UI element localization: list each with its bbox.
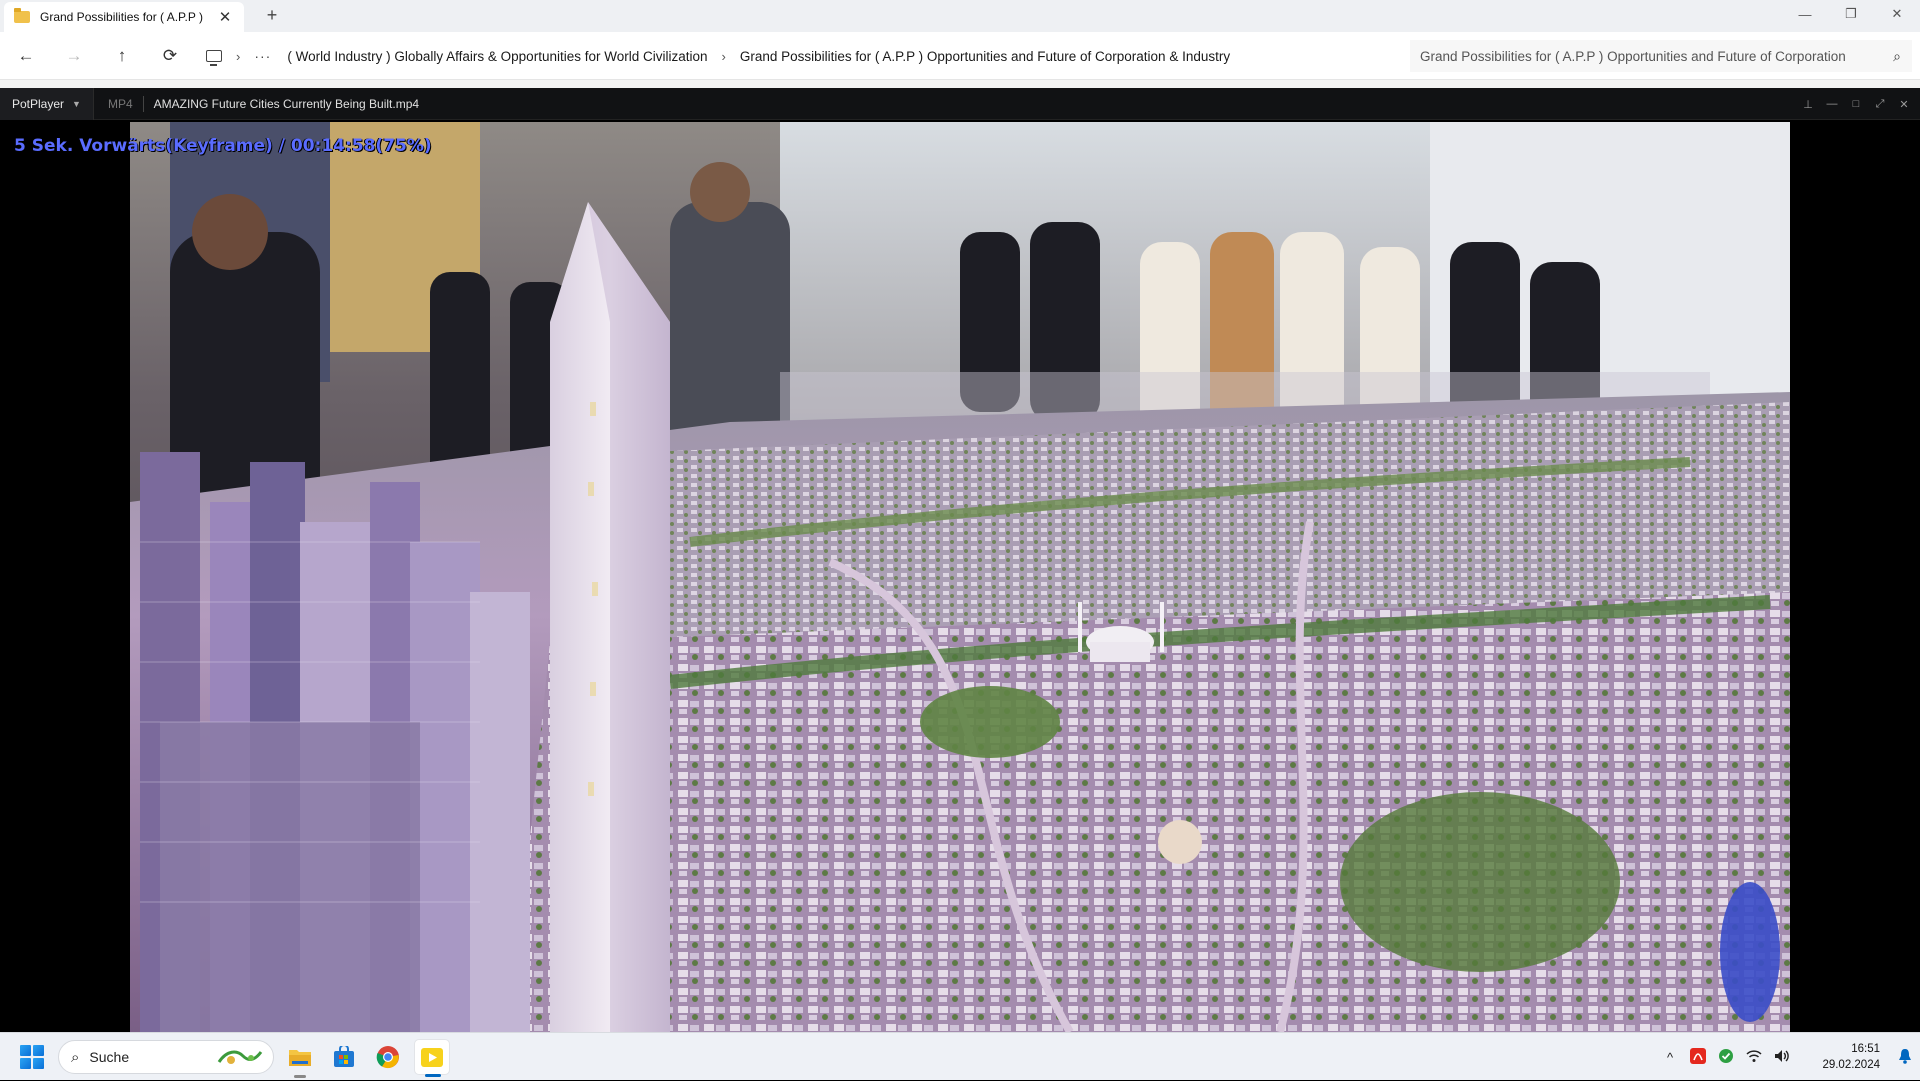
osd-seek-message: 5 Sek. Vorwärts(Keyframe) / 00:14:58(75%… [14, 136, 432, 156]
search-text: Grand Possibilities for ( A.P.P ) Opport… [1420, 48, 1846, 64]
forward-button[interactable]: → [50, 36, 98, 76]
file-explorer-window: Grand Possibilities for ( A.P.P ) ✕ + — … [0, 0, 1920, 88]
tab-bar: Grand Possibilities for ( A.P.P ) ✕ + — … [0, 0, 1920, 32]
pin-icon[interactable]: ⊥ [1796, 98, 1820, 111]
running-indicator [425, 1074, 441, 1077]
windows-logo-icon [20, 1045, 31, 1056]
running-indicator [294, 1075, 306, 1078]
search-placeholder: Suche [89, 1049, 130, 1065]
restore-button[interactable]: ❐ [1828, 0, 1874, 28]
breadcrumb-separator[interactable]: › [722, 49, 726, 64]
folder-icon [289, 1050, 311, 1066]
folder-icon [14, 8, 30, 23]
clock-time: 16:51 [1851, 1043, 1880, 1055]
fullscreen-icon[interactable]: ⤢ [1868, 98, 1892, 111]
back-button[interactable]: ← [2, 36, 50, 76]
potplayer-menu-button[interactable]: PotPlayer ▼ [0, 87, 94, 120]
player-minimize-button[interactable]: — [1820, 98, 1844, 110]
player-close-button[interactable]: ✕ [1892, 98, 1916, 111]
clock[interactable]: 16:51 29.02.2024 [1796, 1041, 1880, 1073]
minimize-button[interactable]: — [1782, 0, 1828, 28]
player-window-controls: ⊥ — □ ⤢ ✕ [1796, 88, 1916, 120]
player-app-name: PotPlayer [12, 96, 65, 111]
player-title-bar: PotPlayer ▼ MP4 AMAZING Future Cities Cu… [0, 87, 1920, 120]
up-button[interactable]: ↑ [98, 36, 146, 76]
clock-date: 29.02.2024 [1822, 1059, 1880, 1071]
acrobat-icon[interactable] [1684, 1047, 1712, 1067]
breadcrumb: › ··· ( World Industry ) Globally Affair… [206, 40, 1396, 72]
windows-logo-icon [20, 1058, 31, 1069]
windows-logo-icon [33, 1045, 44, 1056]
breadcrumb-item-world-industry[interactable]: ( World Industry ) Globally Affairs & Op… [287, 49, 707, 64]
refresh-button[interactable]: ⟳ [146, 36, 194, 76]
new-tab-button[interactable]: + [262, 5, 282, 26]
close-window-button[interactable]: ✕ [1874, 0, 1920, 28]
taskbar: ⌕ Suche ^ 16:51 29.02.2024 [0, 1032, 1920, 1080]
address-bar: ← → ↑ ⟳ › ··· ( World Industry ) Globall… [0, 32, 1920, 80]
chrome-icon [376, 1046, 399, 1069]
search-input[interactable]: Grand Possibilities for ( A.P.P ) Opport… [1410, 40, 1912, 72]
breadcrumb-more-button[interactable]: ··· [254, 48, 271, 64]
this-pc-icon[interactable] [206, 50, 222, 66]
start-button[interactable] [20, 1045, 44, 1069]
format-badge: MP4 [107, 96, 133, 111]
potplayer-taskbar-button[interactable] [414, 1039, 450, 1077]
tab-title: Grand Possibilities for ( A.P.P ) [40, 10, 203, 24]
store-icon [334, 1046, 354, 1067]
volume-icon[interactable] [1768, 1049, 1796, 1066]
potplayer-window: PotPlayer ▼ MP4 AMAZING Future Cities Cu… [0, 87, 1920, 1032]
divider [142, 95, 144, 112]
system-tray: ^ 16:51 29.02.2024 [1656, 1033, 1920, 1081]
city-model-image [130, 122, 1790, 1032]
window-controls: — ❐ ✕ [1782, 0, 1920, 32]
windows-logo-icon [33, 1058, 44, 1069]
notification-bell-icon[interactable] [1890, 1048, 1920, 1067]
security-check-icon[interactable] [1712, 1048, 1740, 1067]
breadcrumb-item-grand-possibilities[interactable]: Grand Possibilities for ( A.P.P ) Opport… [740, 49, 1230, 64]
explorer-tab[interactable]: Grand Possibilities for ( A.P.P ) ✕ [4, 2, 244, 32]
search-highlight-icon [217, 1050, 263, 1064]
video-frame[interactable] [130, 122, 1790, 1032]
tab-close-button[interactable]: ✕ [216, 8, 234, 26]
file-explorer-taskbar-button[interactable] [282, 1039, 318, 1078]
potplayer-icon [421, 1048, 443, 1067]
wifi-icon[interactable] [1740, 1049, 1768, 1066]
taskbar-search-box[interactable]: ⌕ Suche [58, 1040, 274, 1074]
chevron-down-icon: ▼ [72, 98, 81, 109]
search-icon: ⌕ [71, 1048, 80, 1066]
chevron-up-icon[interactable]: ^ [1656, 1050, 1684, 1065]
search-icon[interactable]: ⌕ [1882, 48, 1912, 65]
microsoft-store-taskbar-button[interactable] [326, 1039, 362, 1075]
chrome-taskbar-button[interactable] [370, 1039, 406, 1075]
breadcrumb-separator[interactable]: › [236, 49, 240, 64]
player-maximize-button[interactable]: □ [1844, 98, 1868, 110]
file-name: AMAZING Future Cities Currently Being Bu… [153, 96, 420, 111]
